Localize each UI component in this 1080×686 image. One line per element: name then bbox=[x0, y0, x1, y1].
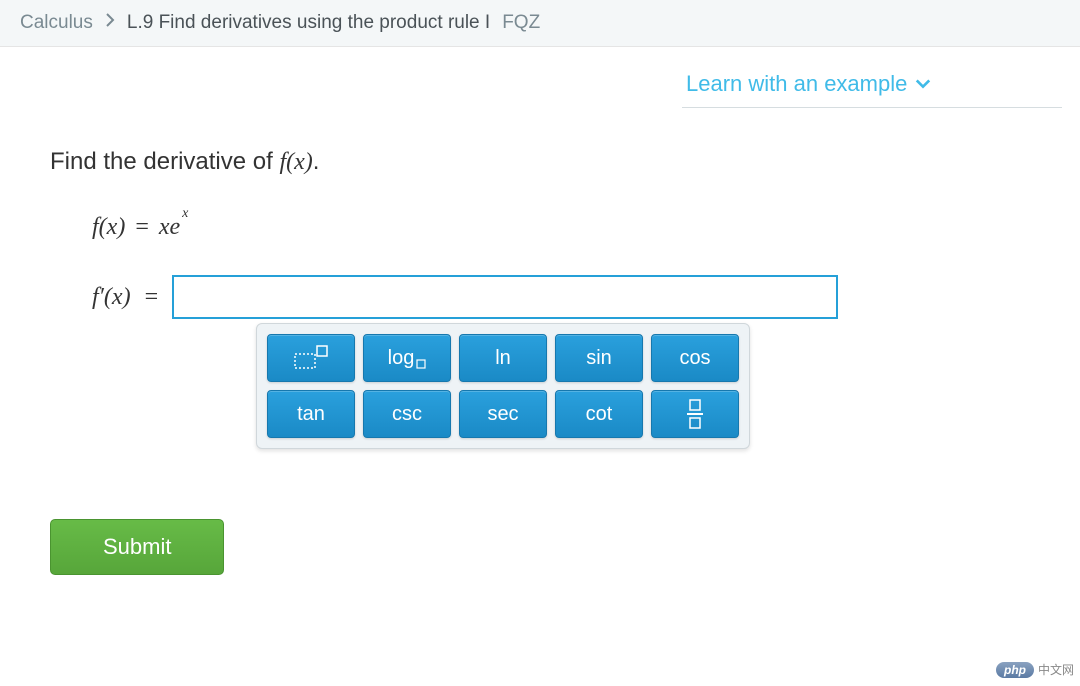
log-subscript-icon bbox=[416, 359, 426, 369]
keypad-label: sec bbox=[487, 403, 518, 426]
chevron-down-icon bbox=[915, 76, 931, 92]
equals-sign: = bbox=[145, 284, 159, 311]
keypad-fraction-button[interactable] bbox=[651, 390, 739, 438]
keypad-label: cos bbox=[679, 347, 710, 370]
keypad-label: ln bbox=[495, 347, 511, 370]
given-lhs: f(x) bbox=[92, 214, 125, 241]
exponent-icon bbox=[291, 344, 331, 372]
keypad-exponent-button[interactable] bbox=[267, 334, 355, 382]
prompt-text-prefix: Find the derivative of bbox=[50, 148, 279, 175]
answer-row: f′(x) = bbox=[92, 275, 1030, 319]
watermark: php 中文网 bbox=[996, 661, 1074, 678]
answer-lhs: f′(x) bbox=[92, 284, 131, 311]
answer-input[interactable] bbox=[172, 275, 838, 319]
keypad-csc-button[interactable]: csc bbox=[363, 390, 451, 438]
breadcrumb-subject[interactable]: Calculus bbox=[20, 12, 93, 34]
fraction-icon bbox=[685, 398, 705, 430]
learn-with-example-label: Learn with an example bbox=[686, 71, 907, 97]
prompt-fx: f(x) bbox=[279, 149, 312, 175]
keypad-label: tan bbox=[297, 403, 325, 426]
watermark-text: 中文网 bbox=[1038, 661, 1074, 678]
keypad-log-button[interactable]: log bbox=[363, 334, 451, 382]
learn-with-example-button[interactable]: Learn with an example bbox=[682, 71, 1062, 108]
keypad-label: log bbox=[388, 347, 415, 370]
equals-sign: = bbox=[135, 214, 149, 241]
keypad-cot-button[interactable]: cot bbox=[555, 390, 643, 438]
chevron-right-icon bbox=[105, 12, 115, 34]
keypad-label: sin bbox=[586, 347, 612, 370]
watermark-brand: php bbox=[996, 662, 1034, 678]
keypad-label: cot bbox=[586, 403, 613, 426]
breadcrumb: Calculus L.9 Find derivatives using the … bbox=[0, 0, 1080, 47]
given-rhs: xex bbox=[159, 214, 189, 241]
submit-button[interactable]: Submit bbox=[50, 519, 224, 575]
prompt-text-suffix: . bbox=[313, 148, 320, 175]
keypad-label: csc bbox=[392, 403, 422, 426]
keypad-sec-button[interactable]: sec bbox=[459, 390, 547, 438]
given-equation: f(x) = xex bbox=[92, 214, 1030, 241]
keypad-cos-button[interactable]: cos bbox=[651, 334, 739, 382]
keypad-ln-button[interactable]: ln bbox=[459, 334, 547, 382]
question-area: Find the derivative of f(x). f(x) = xex … bbox=[0, 118, 1080, 479]
question-prompt: Find the derivative of f(x). bbox=[50, 148, 1030, 176]
breadcrumb-lesson[interactable]: L.9 Find derivatives using the product r… bbox=[127, 12, 490, 34]
keypad-tan-button[interactable]: tan bbox=[267, 390, 355, 438]
keypad-sin-button[interactable]: sin bbox=[555, 334, 643, 382]
math-keypad: log ln sin cos tan csc sec cot bbox=[256, 323, 750, 449]
breadcrumb-code: FQZ bbox=[502, 12, 540, 34]
